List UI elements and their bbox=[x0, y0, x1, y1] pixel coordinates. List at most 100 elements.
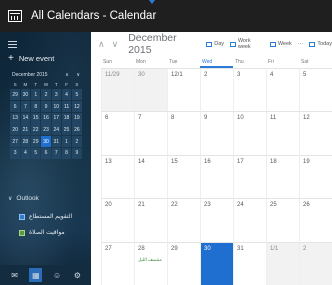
calendar-day-cell[interactable]: 3 bbox=[233, 68, 266, 112]
calendar-day-cell[interactable]: 27 bbox=[101, 241, 134, 285]
feedback-icon[interactable]: ☺ bbox=[51, 270, 62, 280]
calendar-day-cell[interactable]: 14 bbox=[134, 154, 167, 199]
mini-calendar-day[interactable]: 8 bbox=[61, 147, 72, 159]
checkbox-icon[interactable] bbox=[19, 229, 25, 236]
calendar-item[interactable]: مواقيت الصلاة bbox=[19, 229, 65, 236]
calendar-day-cell[interactable]: 23 bbox=[200, 198, 233, 242]
calendar-day-cell[interactable]: 21 bbox=[134, 198, 167, 242]
next-month-icon[interactable]: ∨ bbox=[112, 39, 119, 50]
calendar-icon[interactable]: ▦ bbox=[29, 268, 43, 282]
mini-calendar-day[interactable]: 13 bbox=[10, 112, 20, 124]
calendar-day-cell[interactable]: 12 bbox=[299, 111, 332, 155]
mini-calendar-day[interactable]: 26 bbox=[72, 124, 82, 136]
mini-calendar-day[interactable]: 5 bbox=[72, 89, 82, 101]
calendar-day-cell[interactable]: 8 bbox=[167, 111, 200, 155]
mini-calendar-day[interactable]: 21 bbox=[20, 124, 31, 136]
mini-calendar-day[interactable]: 6 bbox=[10, 101, 20, 112]
mini-calendar-day[interactable]: 15 bbox=[30, 112, 41, 124]
mini-calendar-day[interactable]: 14 bbox=[20, 112, 31, 124]
calendar-day-cell[interactable]: 9 bbox=[200, 111, 233, 155]
checkbox-icon[interactable] bbox=[19, 213, 25, 220]
mini-calendar-day[interactable]: 29 bbox=[30, 136, 41, 148]
more-icon[interactable]: ··· bbox=[298, 41, 304, 47]
mini-calendar-day[interactable]: 23 bbox=[41, 124, 51, 136]
mini-calendar-day[interactable]: 2 bbox=[41, 89, 51, 101]
calendar-day-cell[interactable]: 1/1 bbox=[266, 241, 299, 285]
calendar-app-icon bbox=[8, 10, 22, 22]
mini-calendar-day[interactable]: 7 bbox=[51, 147, 62, 159]
mini-calendar-day[interactable]: 29 bbox=[10, 89, 20, 101]
calendar-day-cell[interactable]: 10 bbox=[233, 111, 266, 155]
mini-calendar-day[interactable]: 3 bbox=[51, 89, 62, 101]
calendar-day-cell[interactable]: 13 bbox=[101, 154, 134, 199]
calendar-day-cell[interactable]: 20 bbox=[101, 198, 134, 242]
previous-month-icon[interactable]: ∧ bbox=[98, 39, 105, 50]
mini-calendar-month[interactable]: December 2015 bbox=[12, 72, 48, 78]
mini-calendar-day[interactable]: 4 bbox=[20, 147, 31, 159]
settings-gear-icon[interactable]: ⚙ bbox=[72, 270, 83, 280]
calendar-day-cell[interactable]: 7 bbox=[134, 111, 167, 155]
calendar-day-cell[interactable]: 22 bbox=[167, 198, 200, 242]
calendar-day-cell[interactable]: 15 bbox=[167, 154, 200, 199]
calendar-day-cell[interactable]: 6 bbox=[101, 111, 134, 155]
calendar-day-cell[interactable]: 28 منتصف الليل bbox=[134, 241, 167, 285]
calendar-day-cell[interactable]: 17 bbox=[233, 154, 266, 199]
calendar-day-cell[interactable]: 25 bbox=[266, 198, 299, 242]
calendar-day-cell[interactable]: 5 bbox=[299, 68, 332, 112]
new-event-button[interactable]: + New event bbox=[8, 53, 54, 63]
mini-calendar-day[interactable]: 2 bbox=[72, 136, 82, 148]
mini-calendar-day[interactable]: 30 bbox=[20, 89, 31, 101]
calendar-day-cell[interactable]: 30 bbox=[200, 241, 233, 285]
mini-calendar-day[interactable]: 8 bbox=[30, 101, 41, 112]
mini-calendar-day[interactable]: 9 bbox=[72, 147, 82, 159]
calendar-item[interactable]: التقويم المستطاع bbox=[19, 213, 72, 220]
event-item[interactable]: منتصف الليل bbox=[138, 257, 162, 263]
calendar-day-cell[interactable]: 18 bbox=[266, 154, 299, 199]
day-view-button[interactable]: Day bbox=[206, 41, 224, 47]
calendar-day-cell[interactable]: 11 bbox=[266, 111, 299, 155]
calendar-day-cell[interactable]: 2 bbox=[200, 68, 233, 112]
calendar-day-cell[interactable]: 2 bbox=[299, 241, 332, 285]
mini-calendar-day[interactable]: 4 bbox=[61, 89, 72, 101]
calendar-day-cell[interactable]: 29 bbox=[167, 241, 200, 285]
mini-calendar-day[interactable]: 20 bbox=[10, 124, 20, 136]
outlook-group-header[interactable]: ∨ Outlook bbox=[8, 195, 39, 202]
calendar-day-cell[interactable]: 16 bbox=[200, 154, 233, 199]
calendar-day-cell[interactable]: 31 bbox=[233, 241, 266, 285]
calendar-day-cell[interactable]: 19 bbox=[299, 154, 332, 199]
calendar-day-cell[interactable]: 12/1 bbox=[167, 68, 200, 112]
mini-calendar-day[interactable]: 19 bbox=[72, 112, 82, 124]
mini-calendar-day[interactable]: 5 bbox=[30, 147, 41, 159]
mini-calendar-day[interactable]: 22 bbox=[30, 124, 41, 136]
mini-calendar-day[interactable]: 25 bbox=[61, 124, 72, 136]
mini-calendar-day[interactable]: 1 bbox=[30, 89, 41, 101]
mini-calendar-day[interactable]: 18 bbox=[61, 112, 72, 124]
mini-calendar-day[interactable]: 9 bbox=[41, 101, 51, 112]
mini-calendar-day[interactable]: 17 bbox=[51, 112, 62, 124]
calendar-day-cell[interactable]: 11/29 bbox=[101, 68, 134, 112]
mini-calendar-nav[interactable]: ∧ ∨ bbox=[65, 72, 83, 78]
mini-calendar-day[interactable]: 1 bbox=[61, 136, 72, 148]
today-button[interactable]: Today bbox=[309, 41, 332, 47]
mini-calendar-day[interactable]: 31 bbox=[51, 136, 62, 148]
mini-calendar-day[interactable]: 11 bbox=[61, 101, 72, 112]
mini-calendar-day[interactable]: 28 bbox=[20, 136, 31, 148]
mini-calendar-day[interactable]: 12 bbox=[72, 101, 82, 112]
week-view-button[interactable]: Week bbox=[269, 41, 292, 47]
mini-calendar-day[interactable]: 16 bbox=[41, 112, 51, 124]
mini-calendar-day[interactable]: 6 bbox=[41, 147, 51, 159]
mini-calendar-day[interactable]: 30 bbox=[41, 136, 51, 148]
hamburger-menu-icon[interactable] bbox=[8, 41, 17, 48]
mini-calendar-day[interactable]: 27 bbox=[10, 136, 20, 148]
calendar-day-cell[interactable]: 26 bbox=[299, 198, 332, 242]
mini-calendar-day[interactable]: 10 bbox=[51, 101, 62, 112]
mini-calendar-day[interactable]: 3 bbox=[10, 147, 20, 159]
calendar-day-cell[interactable]: 30 bbox=[134, 68, 167, 112]
work-week-view-button[interactable]: Work week bbox=[230, 38, 264, 50]
mail-icon[interactable]: ✉ bbox=[9, 270, 20, 280]
mini-calendar-day[interactable]: 7 bbox=[20, 101, 31, 112]
month-title[interactable]: December 2015 bbox=[128, 32, 200, 56]
mini-calendar-day[interactable]: 24 bbox=[51, 124, 62, 136]
calendar-day-cell[interactable]: 4 bbox=[266, 68, 299, 112]
calendar-day-cell[interactable]: 24 bbox=[233, 198, 266, 242]
